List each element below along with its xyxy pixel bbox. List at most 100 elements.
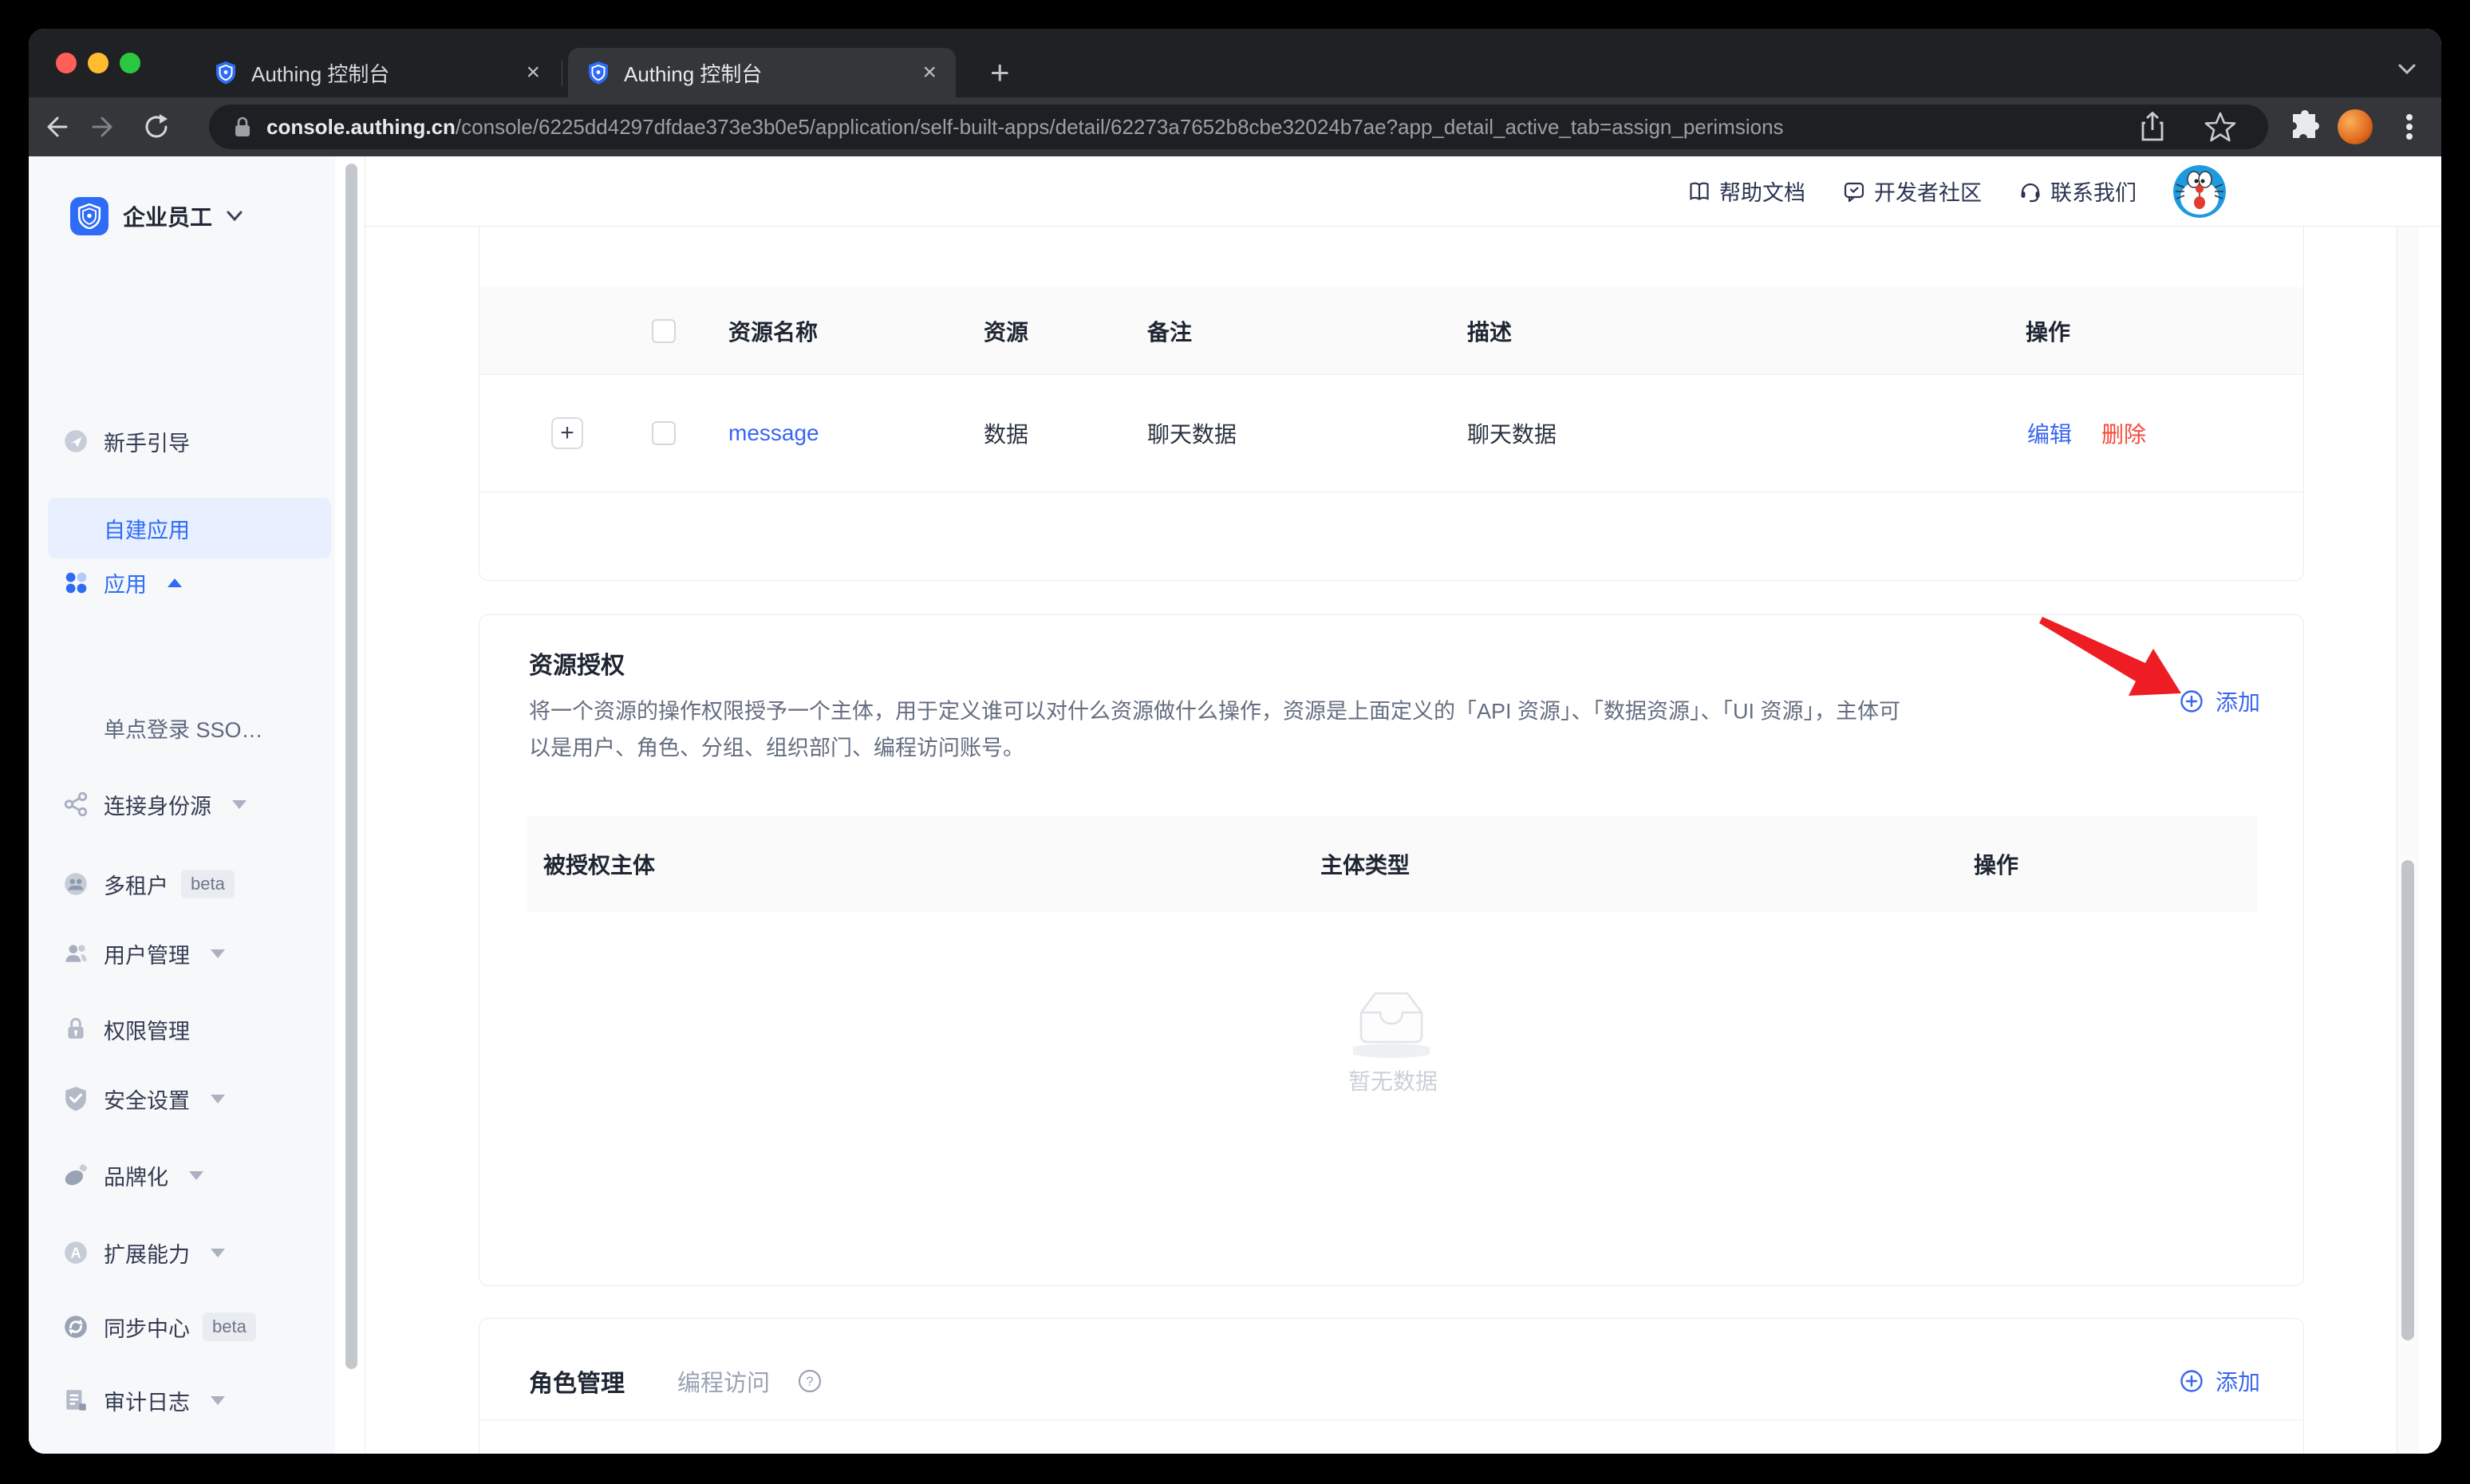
section-description-line2: 以是用户、角色、分组、组织部门、编程访问账号。 [529,731,1024,762]
plus-circle-icon [2179,689,2204,714]
expand-row-button[interactable]: + [551,417,583,449]
sidebar-item-label: 安全设置 [104,1083,190,1115]
sidebar-item-audit-logs[interactable]: 审计日志 [29,1383,335,1418]
sidebar-item-label: 应用 [104,567,147,598]
tenants-icon [62,870,89,898]
screenshot-canvas: Authing 控制台 × Authing 控制台 × + [0,0,2470,1484]
document-log-icon [62,1387,89,1414]
add-role-button[interactable]: 添加 [2179,1365,2260,1397]
row-checkbox[interactable] [652,421,676,445]
sidebar-item-sso[interactable]: 单点登录 SSO… [29,710,335,745]
role-management-card: 角色管理 编程访问 ? 添加 [479,1318,2304,1454]
tab-search-chevron-icon[interactable] [2393,61,2421,78]
resource-name-link[interactable]: message [728,420,819,446]
sidebar-item-security[interactable]: 安全设置 [29,1081,335,1116]
resource-table-card: 资源名称 资源 备注 描述 操作 + message 数据 聊天数据 聊天数据 … [479,227,2304,581]
help-question-icon[interactable]: ? [797,1368,823,1394]
svg-text:?: ? [806,1374,813,1389]
sidebar-item-label: 新手引导 [104,426,190,457]
new-tab-button[interactable]: + [990,57,1010,88]
sidebar-item-multi-tenant[interactable]: 多租户 beta [29,866,335,902]
workspace-logo [70,197,109,235]
sidebar-item-sync-center[interactable]: 同步中心 beta [29,1309,335,1344]
developer-community-link[interactable]: 开发者社区 [1842,176,1982,207]
resource-note-cell: 聊天数据 [1147,417,1237,449]
sidebar-item-guide[interactable]: 新手引导 [29,424,335,459]
caret-down-icon [232,800,247,809]
tab-close-icon[interactable]: × [890,59,937,86]
sidebar-item-label: 权限管理 [104,1014,190,1045]
help-docs-link[interactable]: 帮助文档 [1687,176,1805,207]
resource-desc-cell: 聊天数据 [1467,417,1557,449]
shield-check-icon [62,1085,89,1112]
compass-icon [62,428,89,455]
add-authorization-button[interactable]: 添加 [2179,685,2260,717]
section-divider [479,1419,2303,1420]
browser-profile-avatar[interactable] [2338,109,2373,144]
sidebar-item-extensions[interactable]: A 扩展能力 [29,1235,335,1270]
sidebar-item-self-built-apps-selected[interactable]: 自建应用 [48,498,331,558]
browser-window: Authing 控制台 × Authing 控制台 × + [29,29,2441,1454]
workspace-name: 企业员工 [123,200,212,232]
contact-us-link[interactable]: 联系我们 [2018,176,2137,207]
select-all-checkbox[interactable] [652,319,676,343]
address-bar[interactable]: console.authing.cn/console/6225dd4297dfd… [209,105,2268,149]
sidebar-item-branding[interactable]: 品牌化 [29,1158,335,1193]
url-path: /console/6225dd4297dfdae373e3b0e5/applic… [456,115,1784,139]
bookmark-star-icon[interactable] [2204,111,2236,143]
console-topbar: 帮助文档 开发者社区 [365,156,2441,227]
lock-icon [233,115,252,139]
tab-title: Authing 控制台 [624,58,762,88]
sidebar-item-user-management[interactable]: 用户管理 [29,936,335,971]
user-avatar[interactable] [2173,165,2226,218]
column-authorized-subject: 被授权主体 [543,848,655,880]
page-scrollbar-track[interactable] [2397,227,2419,1454]
authing-favicon [215,61,237,85]
traffic-light-close[interactable] [56,53,77,73]
caret-down-icon [189,1171,203,1180]
extensions-puzzle-icon[interactable] [2287,109,2322,144]
programmatic-access-tab[interactable]: 编程访问 [677,1364,770,1398]
column-note: 备注 [1147,315,1192,347]
workspace-switcher[interactable]: 企业员工 [70,197,244,235]
share-icon[interactable] [2139,111,2166,143]
column-resource-name: 资源名称 [728,315,818,347]
letter-a-circle-icon: A [62,1239,89,1266]
caret-up-icon [168,578,182,587]
authorization-table-header: 被授权主体 主体类型 操作 [527,816,2257,912]
shield-logo-icon [77,203,101,229]
book-icon [1687,180,1711,203]
column-actions: 操作 [2026,315,2070,347]
chevron-down-icon [225,210,244,223]
column-actions: 操作 [1974,848,2018,880]
delete-resource-link[interactable]: 删除 [2101,417,2146,449]
tab-close-icon[interactable]: × [494,59,540,86]
sidebar: 企业员工 新手引导 概览 [29,156,335,1454]
edit-resource-link[interactable]: 编辑 [2027,417,2072,449]
caret-down-icon [211,1095,225,1103]
sidebar-item-permissions[interactable]: 权限管理 [29,1012,335,1047]
sidebar-item-label: 单点登录 SSO… [104,712,263,744]
sidebar-scrollbar-thumb[interactable] [345,164,357,1369]
browser-menu-icon[interactable] [2392,109,2427,144]
browser-tab-1[interactable]: Authing 控制台 × [195,48,559,97]
empty-state-text: 暂无数据 [1348,1064,1438,1096]
reload-icon[interactable] [131,112,182,141]
traffic-light-minimize[interactable] [88,53,109,73]
plus-circle-icon [2179,1368,2204,1394]
add-button-label: 添加 [2216,1365,2260,1397]
roles-tab-active[interactable]: 角色管理 [529,1364,625,1399]
resource-authorization-card: 资源授权 将一个资源的操作权限授予一个主体，用于定义谁可以对什么资源做什么操作，… [479,614,2304,1286]
sidebar-item-identity-sources[interactable]: 连接身份源 [29,787,335,822]
back-icon[interactable] [29,112,80,141]
share-nodes-icon [62,791,89,818]
svg-text:A: A [70,1245,81,1261]
page-scrollbar-thumb[interactable] [2401,860,2414,1340]
caret-down-icon [211,1249,225,1257]
sidebar-item-applications[interactable]: 应用 [29,565,335,600]
traffic-light-zoom[interactable] [120,53,140,73]
forward-icon[interactable] [80,112,131,141]
sidebar-scrollbar-track[interactable] [335,156,365,1454]
brush-icon [62,1162,89,1189]
browser-tab-2-active[interactable]: Authing 控制台 × [568,48,956,97]
